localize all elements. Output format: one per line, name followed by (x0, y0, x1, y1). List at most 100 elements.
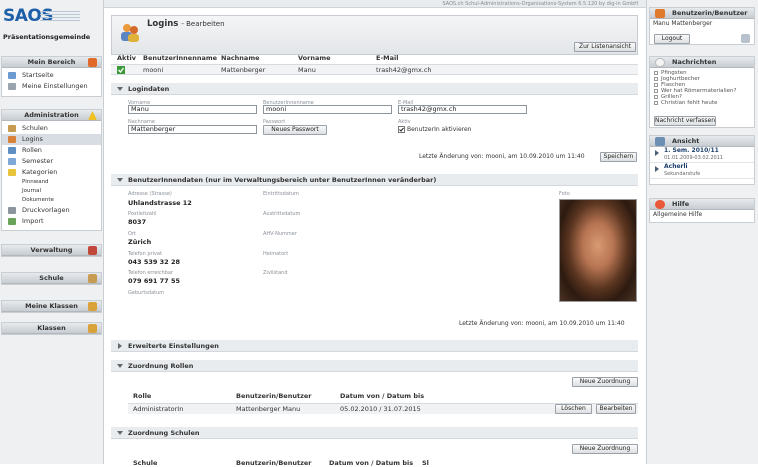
plz-label: Postleitzahl (128, 211, 157, 217)
nav-startseite[interactable]: Startseite (2, 70, 101, 81)
address-value: Uhlandstrasse 12 (128, 199, 192, 207)
zivilstand-label: Zivilstand (263, 270, 288, 276)
nav-import[interactable]: Import (2, 216, 101, 227)
school-building-icon (88, 274, 97, 283)
foto-label: Foto (559, 191, 570, 197)
austrittsdatum-label: Austrittsdatum (263, 211, 301, 217)
col-aktiv: Aktiv (117, 54, 136, 62)
rollen-col-datum: Datum von / Datum bis (340, 392, 425, 400)
chat-bubble-icon (655, 58, 665, 67)
rollen-row-datum: 05.02.2010 / 31.07.2015 (340, 405, 421, 413)
hilfe-header: Hilfe (650, 199, 754, 210)
tel-erreichbar-value: 079 691 77 55 (128, 277, 181, 285)
benutzerdaten-section-header[interactable]: BenutzerInnendaten (nur im Verwaltungsbe… (111, 174, 638, 186)
tel-erreichbar-label: Telefon erreichbar (128, 270, 173, 276)
hilfe-panel: Hilfe Allgemeine Hilfe (649, 198, 755, 223)
mein-bereich-header[interactable]: Mein Bereich (2, 57, 101, 68)
arrow-right-icon (655, 166, 659, 172)
nav-journal[interactable]: Journal (2, 187, 101, 196)
nav-pinnwand[interactable]: Pinnwand (2, 178, 101, 187)
current-user-name: Manu Mattenberger (653, 20, 713, 27)
vorname-input[interactable]: Manu (128, 105, 257, 114)
benutzerdaten-last-change: Letzte Änderung von: mooni, am 10.09.201… (459, 320, 625, 327)
nav-logins[interactable]: Logins (2, 134, 101, 145)
aktiv-checkbox-label: BenutzerIn aktivieren (407, 126, 472, 133)
col-email: E-Mail (376, 54, 399, 62)
schulen-col-datum: Datum von / Datum bis (329, 459, 414, 467)
nav-kategorien[interactable]: Kategorien (2, 167, 101, 178)
ansicht-header: Ansicht (650, 136, 754, 147)
system-info: SAOS.ch Schul-Administrations-Organisati… (442, 1, 638, 7)
email-input[interactable]: trash42@gmx.ch (398, 105, 527, 114)
verwaltung-icon (88, 246, 97, 255)
row-vorname: Manu (298, 66, 316, 74)
nachname-input[interactable]: Mattenberger (128, 125, 257, 134)
collapse-icon (117, 178, 123, 182)
rollen-new-assignment-button[interactable]: Neue Zuordnung (572, 377, 638, 387)
new-password-button[interactable]: Neues Passwort (263, 125, 327, 135)
general-help-link[interactable]: Allgemeine Hilfe (650, 210, 754, 219)
save-button[interactable]: Speichern (600, 152, 637, 162)
lifebuoy-icon (655, 200, 665, 209)
verwaltung-panel[interactable]: Verwaltung (1, 244, 102, 257)
back-to-list-button[interactable]: Zur Listenansicht (574, 42, 636, 52)
semester-selector[interactable]: 1. Sem. 2010/11 01.01.2009-03.02.2011 (650, 147, 754, 163)
right-sidebar: Benutzerin/Benutzer Manu Mattenberger Lo… (646, 0, 758, 464)
administration-panel: Administration Schulen Logins Rollen Sem… (1, 109, 102, 231)
erweitert-section-header[interactable]: Erweiterte Einstellungen (111, 340, 638, 352)
logindaten-last-change: Letzte Änderung von: mooni, am 10.09.201… (419, 153, 585, 160)
page-title: Logins - Bearbeiten (147, 19, 225, 29)
tel-privat-label: Telefon privat (128, 251, 162, 257)
roles-icon (8, 147, 16, 154)
rollen-section-header[interactable]: Zuordnung Rollen (111, 360, 638, 372)
row-email: trash42@gmx.ch (376, 66, 432, 74)
tel-privat-value: 043 539 32 28 (128, 258, 181, 266)
logo-stripes (40, 11, 80, 25)
schulen-col-sl: Sl (422, 459, 429, 467)
user-panel-header: Benutzerin/Benutzer (650, 8, 754, 19)
school-selector[interactable]: Acherli Sekundarstufe (650, 163, 754, 179)
nav-rollen[interactable]: Rollen (2, 145, 101, 156)
users-icon (8, 136, 16, 143)
rollen-row-rolle: AdministratorIn (133, 405, 184, 413)
schule-panel[interactable]: Schule (1, 272, 102, 285)
nav-druckvorlagen[interactable]: Druckvorlagen (2, 205, 101, 216)
attach-icon[interactable] (741, 34, 750, 43)
compose-message-button[interactable]: Nachricht verfassen (654, 116, 716, 126)
col-nachname: Nachname (221, 54, 260, 62)
delete-role-button[interactable]: Löschen (555, 404, 592, 414)
ort-value: Zürich (128, 238, 152, 246)
nav-meine-einstellungen[interactable]: Meine Einstellungen (2, 81, 101, 92)
ahv-label: AHV-Nummer (263, 231, 297, 237)
nav-dokumente[interactable]: Dokumente (2, 196, 101, 205)
schulen-col-schule: Schule (133, 459, 158, 467)
expand-icon (118, 343, 122, 349)
administration-header[interactable]: Administration (2, 110, 101, 121)
collapse-icon (117, 431, 123, 435)
klassen-panel[interactable]: Klassen (1, 322, 102, 335)
col-username: BenutzerInnenname (143, 54, 218, 62)
schulen-col-benutzer: Benutzerin/Benutzer (236, 459, 312, 467)
nav-semester[interactable]: Semester (2, 156, 101, 167)
class-group-icon (88, 302, 97, 311)
aktiv-checkbox[interactable] (398, 126, 405, 133)
schulen-new-assignment-button[interactable]: Neue Zuordnung (572, 444, 638, 454)
message-item[interactable]: Christian fehlt heute (654, 100, 750, 106)
arrow-right-icon (655, 150, 659, 156)
meine-klassen-panel[interactable]: Meine Klassen (1, 300, 102, 313)
aktiv-label: Aktiv (398, 119, 411, 125)
username-input[interactable]: mooni (263, 105, 392, 114)
eintrittsdatum-label: Eintrittsdatum (263, 191, 299, 197)
logindaten-section-header[interactable]: Logindaten (111, 83, 638, 95)
left-sidebar: SAOS Präsentationsgemeinde Mein Bereich … (0, 0, 104, 464)
nav-schulen[interactable]: Schulen (2, 123, 101, 134)
logout-button[interactable]: Logout (654, 34, 690, 44)
rollen-row-benutzer: Mattenberger Manu (236, 405, 301, 413)
geburtsdatum-label: Geburtsdatum (128, 290, 165, 296)
schulen-section-header[interactable]: Zuordnung Schulen (111, 427, 638, 439)
nachrichten-panel: Nachrichten Pfingsten Joghurtbecher Flas… (649, 56, 755, 128)
overview-row (111, 64, 638, 75)
edit-role-button[interactable]: Bearbeiten (596, 404, 636, 414)
col-vorname: Vorname (298, 54, 331, 62)
import-icon (8, 218, 16, 225)
